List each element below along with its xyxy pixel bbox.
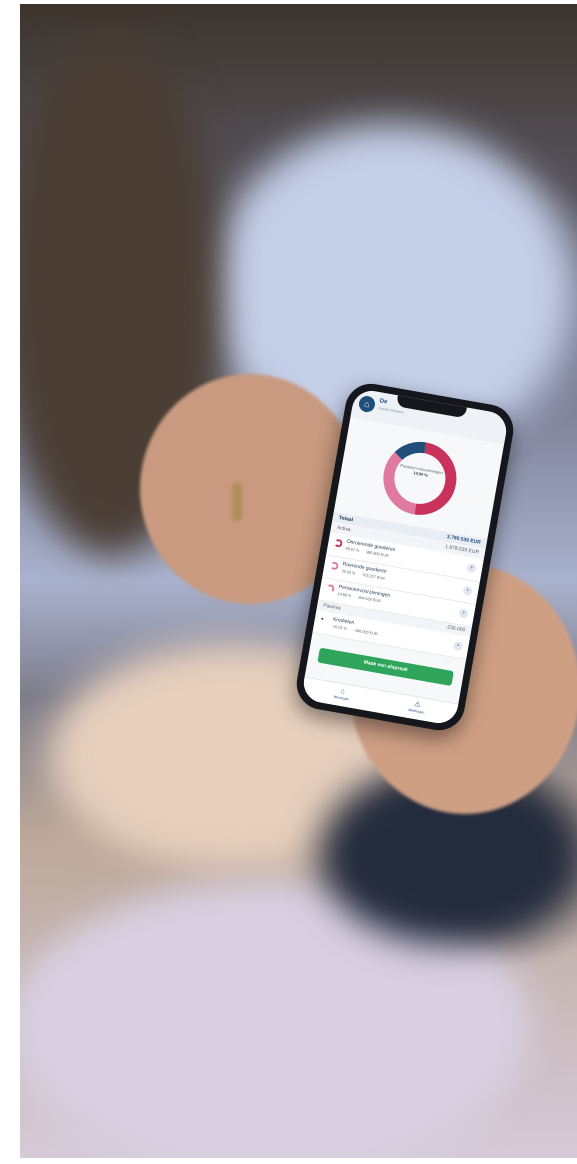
total-label: Totaal [338, 514, 354, 524]
item-percent: 49,57 % [345, 546, 360, 553]
chevron-right-icon[interactable]: › [458, 608, 469, 619]
tab-woningen[interactable]: ⌂ Woningen [312, 682, 373, 705]
allocation-donut-chart: Pensioen-voorzieningen 14,00 % [374, 432, 467, 525]
item-meta: -10,01 % -198.000 EUR [331, 624, 383, 637]
item-amount: -198.000 EUR [353, 628, 378, 637]
item-percent: -10,01 % [331, 624, 348, 631]
photo-background [20, 4, 577, 1158]
pie-segment-icon [333, 538, 344, 548]
pie-segment-icon [329, 561, 340, 571]
wedding-ring [232, 482, 242, 522]
chevron-right-icon[interactable]: › [452, 640, 464, 652]
tab-meldingen[interactable]: ⚠ Meldingen [386, 695, 447, 718]
liabilities-label: Passiva [322, 602, 342, 612]
pie-segment-icon [325, 583, 336, 594]
pie-segment-icon: ▾ [320, 616, 324, 623]
item-percent: 14,89 % [337, 591, 352, 599]
chevron-right-icon[interactable]: › [462, 585, 473, 597]
donut-segment [394, 441, 427, 461]
item-percent: 35,54 % [341, 569, 356, 576]
home-icon[interactable]: ⌂ [357, 394, 377, 414]
chevron-right-icon[interactable]: › [466, 563, 477, 574]
assets-label: Activa [336, 524, 351, 534]
header-subtitle: Familie Dolmans [378, 406, 405, 415]
header-title: De [379, 398, 388, 406]
